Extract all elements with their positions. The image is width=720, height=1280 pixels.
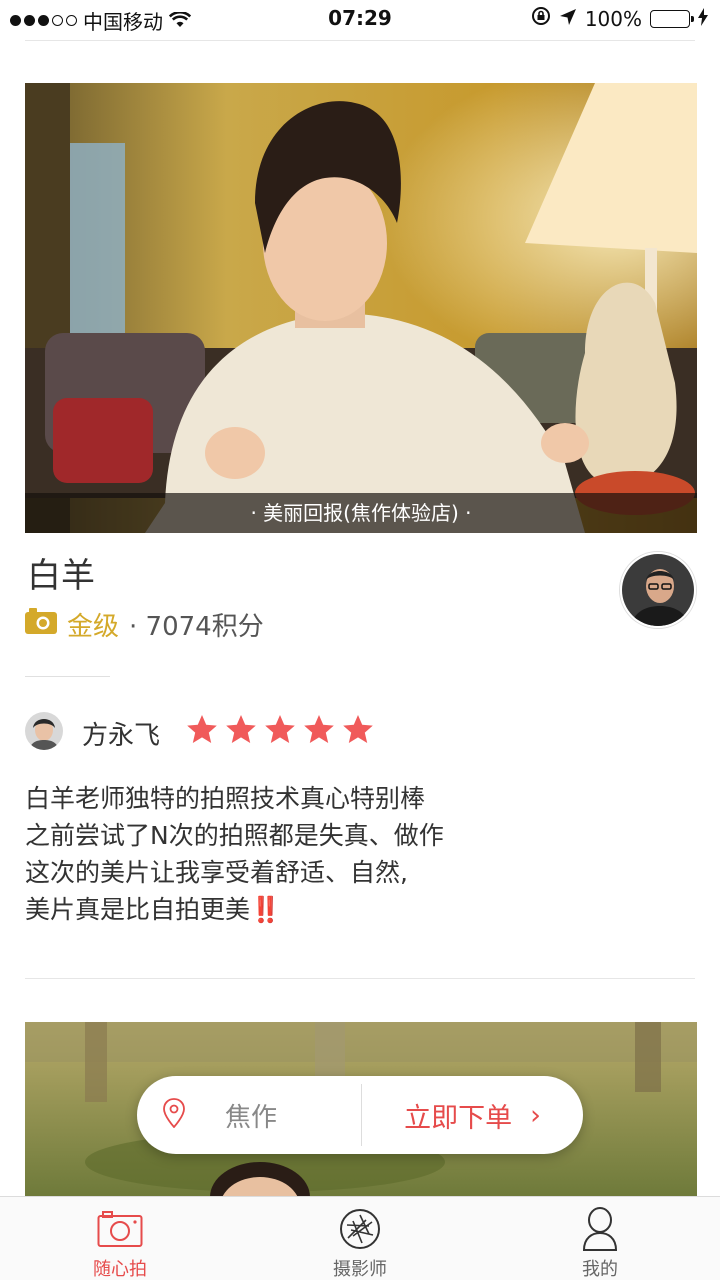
studio-caption: · 美丽回报(焦作体验店) ·	[25, 493, 697, 533]
section-divider	[25, 676, 110, 677]
photographer-avatar[interactable]	[620, 552, 696, 628]
tab-label: 我的	[582, 1259, 618, 1280]
points-label: · 7074积分	[129, 612, 264, 642]
battery-percent: 100%	[584, 6, 642, 31]
gold-camera-icon	[25, 608, 57, 641]
cover-photo-illustration	[25, 83, 697, 533]
review-text: 白羊老师独特的拍照技术真心特别棒 之前尝试了N次的拍照都是失真、做作 这次的美片…	[25, 780, 685, 928]
location-label: 焦作	[225, 1102, 278, 1133]
person-icon	[582, 1207, 618, 1251]
aperture-icon	[339, 1207, 381, 1251]
location-arrow-icon	[559, 7, 577, 31]
tab-bar: 随心拍 摄影师 我的	[0, 1196, 720, 1280]
chevron-right-icon: ›	[530, 1099, 541, 1131]
rating-stars	[186, 714, 374, 744]
review-line-text: 美片真是比自拍更美	[25, 895, 251, 924]
tab-shoot[interactable]: 随心拍	[0, 1197, 240, 1280]
status-right: 100%	[531, 6, 708, 31]
photographer-level-row: 金级 · 7074积分	[25, 606, 264, 643]
review-line-last: 美片真是比自拍更美‼️	[25, 891, 685, 928]
studio-cover-photo[interactable]: · 美丽回报(焦作体验店) ·	[25, 83, 697, 533]
star-icon	[343, 715, 373, 743]
battery-icon	[650, 9, 694, 28]
tab-label: 摄影师	[333, 1259, 387, 1280]
star-icon	[226, 715, 256, 743]
review-line: 之前尝试了N次的拍照都是失真、做作	[25, 821, 444, 850]
order-now-button[interactable]: 立即下单 ›	[362, 1076, 583, 1154]
order-bar: 焦作 立即下单 ›	[137, 1076, 583, 1154]
rotation-lock-icon	[531, 6, 551, 31]
star-icon	[265, 715, 295, 743]
star-icon	[187, 715, 217, 743]
reviewer-avatar[interactable]	[25, 712, 63, 750]
tab-me[interactable]: 我的	[480, 1197, 720, 1280]
double-exclamation-emoji: ‼️	[250, 895, 282, 924]
card-divider	[25, 978, 695, 979]
level-label: 金级	[67, 612, 120, 642]
charging-bolt-icon	[698, 7, 708, 31]
review-line: 这次的美片让我享受着舒适、自然,	[25, 858, 408, 887]
camera-icon	[97, 1207, 143, 1251]
location-pin-icon	[163, 1098, 185, 1132]
tab-photographers[interactable]: 摄影师	[240, 1197, 480, 1280]
header-divider	[25, 40, 695, 41]
review-line: 白羊老师独特的拍照技术真心特别棒	[25, 784, 426, 813]
location-selector[interactable]: 焦作	[137, 1076, 361, 1154]
photographer-name: 白羊	[27, 556, 95, 596]
order-now-label: 立即下单	[404, 1102, 513, 1134]
reviewer-name: 方永飞	[82, 721, 161, 751]
status-bar: 中国移动 07:29 100%	[0, 0, 720, 40]
tab-label: 随心拍	[93, 1259, 147, 1280]
star-icon	[304, 715, 334, 743]
